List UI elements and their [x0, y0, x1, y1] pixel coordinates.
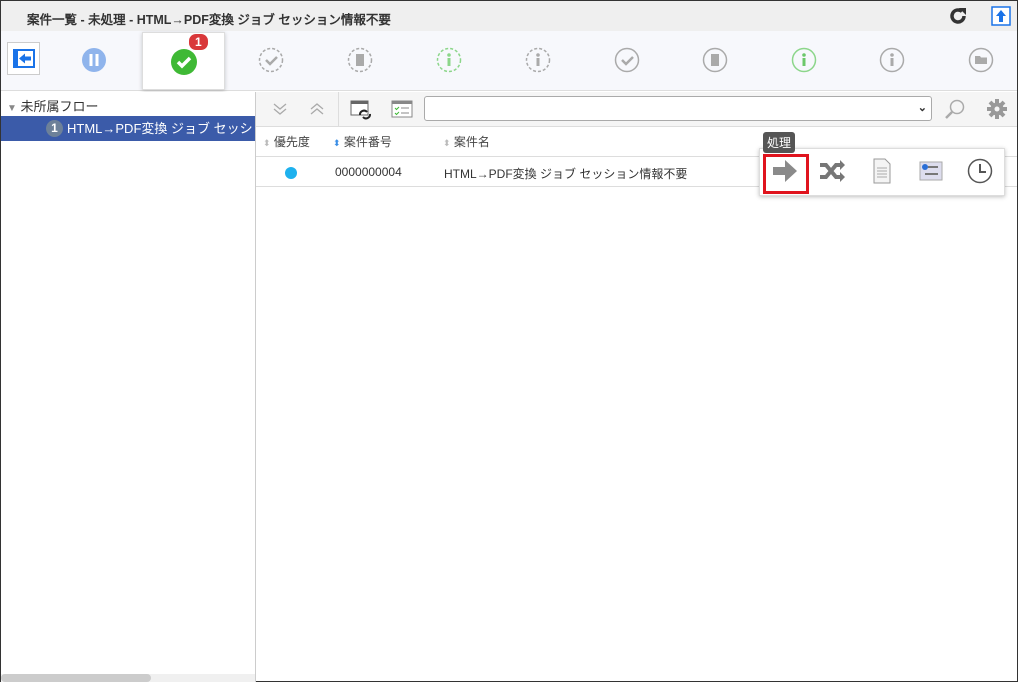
history-clock-icon[interactable] [966, 157, 994, 185]
info-dashed-icon[interactable] [525, 47, 551, 73]
column-settings-icon[interactable] [391, 100, 413, 118]
check-outline-icon[interactable] [614, 47, 640, 73]
search-icon[interactable] [944, 98, 966, 120]
reload-icon[interactable] [948, 6, 968, 26]
pause-icon[interactable] [81, 47, 107, 73]
sort-icon: ⬍ [443, 138, 451, 148]
tree-node-label: HTML→PDF変換 ジョブ セッション情報不要 [67, 121, 255, 136]
tab-unprocessed[interactable]: 1 [142, 32, 225, 90]
list-toolbar: ⌄ [256, 92, 1017, 127]
info-green-icon[interactable] [791, 47, 817, 73]
document-icon[interactable] [868, 157, 896, 185]
info-dashed-green-icon[interactable] [436, 47, 462, 73]
check-circle-icon [171, 49, 197, 75]
sort-desc-icon: ⬍ [333, 138, 341, 148]
priority-indicator [285, 167, 297, 179]
title-bar: 案件一覧 - 未処理 - HTML→PDF変換 ジョブ セッション情報不要 [1, 1, 1017, 31]
tooltip: 処理 [763, 132, 796, 153]
count-badge: 1 [189, 34, 208, 50]
tree-node-selected[interactable]: 1 HTML→PDF変換 ジョブ セッション情報不要 [1, 116, 255, 141]
column-number[interactable]: ⬍ 案件番号 [333, 133, 392, 150]
case-name[interactable]: HTML→PDF変換 ジョブ セッション情報不要 [444, 165, 687, 182]
column-priority[interactable]: ⬍ 優先度 [263, 133, 310, 150]
sort-icon: ⬍ [263, 138, 271, 148]
chevron-down-icon: ⌄ [917, 102, 927, 114]
arrow-left-icon [13, 49, 35, 68]
tree-node-unassigned[interactable]: ▼ 未所属フロー [7, 96, 99, 115]
shuffle-icon[interactable] [818, 157, 846, 185]
flow-diagram-icon[interactable] [917, 157, 945, 185]
refresh-list-icon[interactable] [350, 99, 372, 121]
flow-tree-panel: ▼ 未所属フロー 1 HTML→PDF変換 ジョブ セッション情報不要 [1, 92, 256, 682]
case-number: 0000000004 [335, 165, 402, 179]
page-title: 案件一覧 - 未処理 - HTML→PDF変換 ジョブ セッション情報不要 [27, 13, 391, 27]
trash-outline-icon[interactable] [702, 47, 728, 73]
collapse-all-icon[interactable] [309, 101, 325, 117]
column-name[interactable]: ⬍ 案件名 [443, 133, 490, 150]
collapse-panel-button[interactable] [7, 42, 40, 75]
filter-select[interactable]: ⌄ [424, 96, 932, 121]
check-dashed-icon[interactable] [258, 47, 284, 73]
trash-dashed-icon[interactable] [347, 47, 373, 73]
arrow-right-icon [773, 160, 797, 182]
status-icon-bar: 1 [1, 31, 1017, 91]
horizontal-scrollbar[interactable] [1, 674, 255, 682]
folder-icon[interactable] [968, 47, 994, 73]
tree-node-label: 未所属フロー [20, 99, 99, 114]
expand-all-icon[interactable] [272, 101, 288, 117]
gear-icon[interactable] [986, 98, 1008, 120]
upload-icon[interactable] [991, 6, 1011, 26]
row-action-popup [759, 148, 1005, 196]
triangle-down-icon: ▼ [7, 103, 17, 114]
info-outline-icon[interactable] [879, 47, 905, 73]
tree-count-badge: 1 [46, 120, 63, 137]
